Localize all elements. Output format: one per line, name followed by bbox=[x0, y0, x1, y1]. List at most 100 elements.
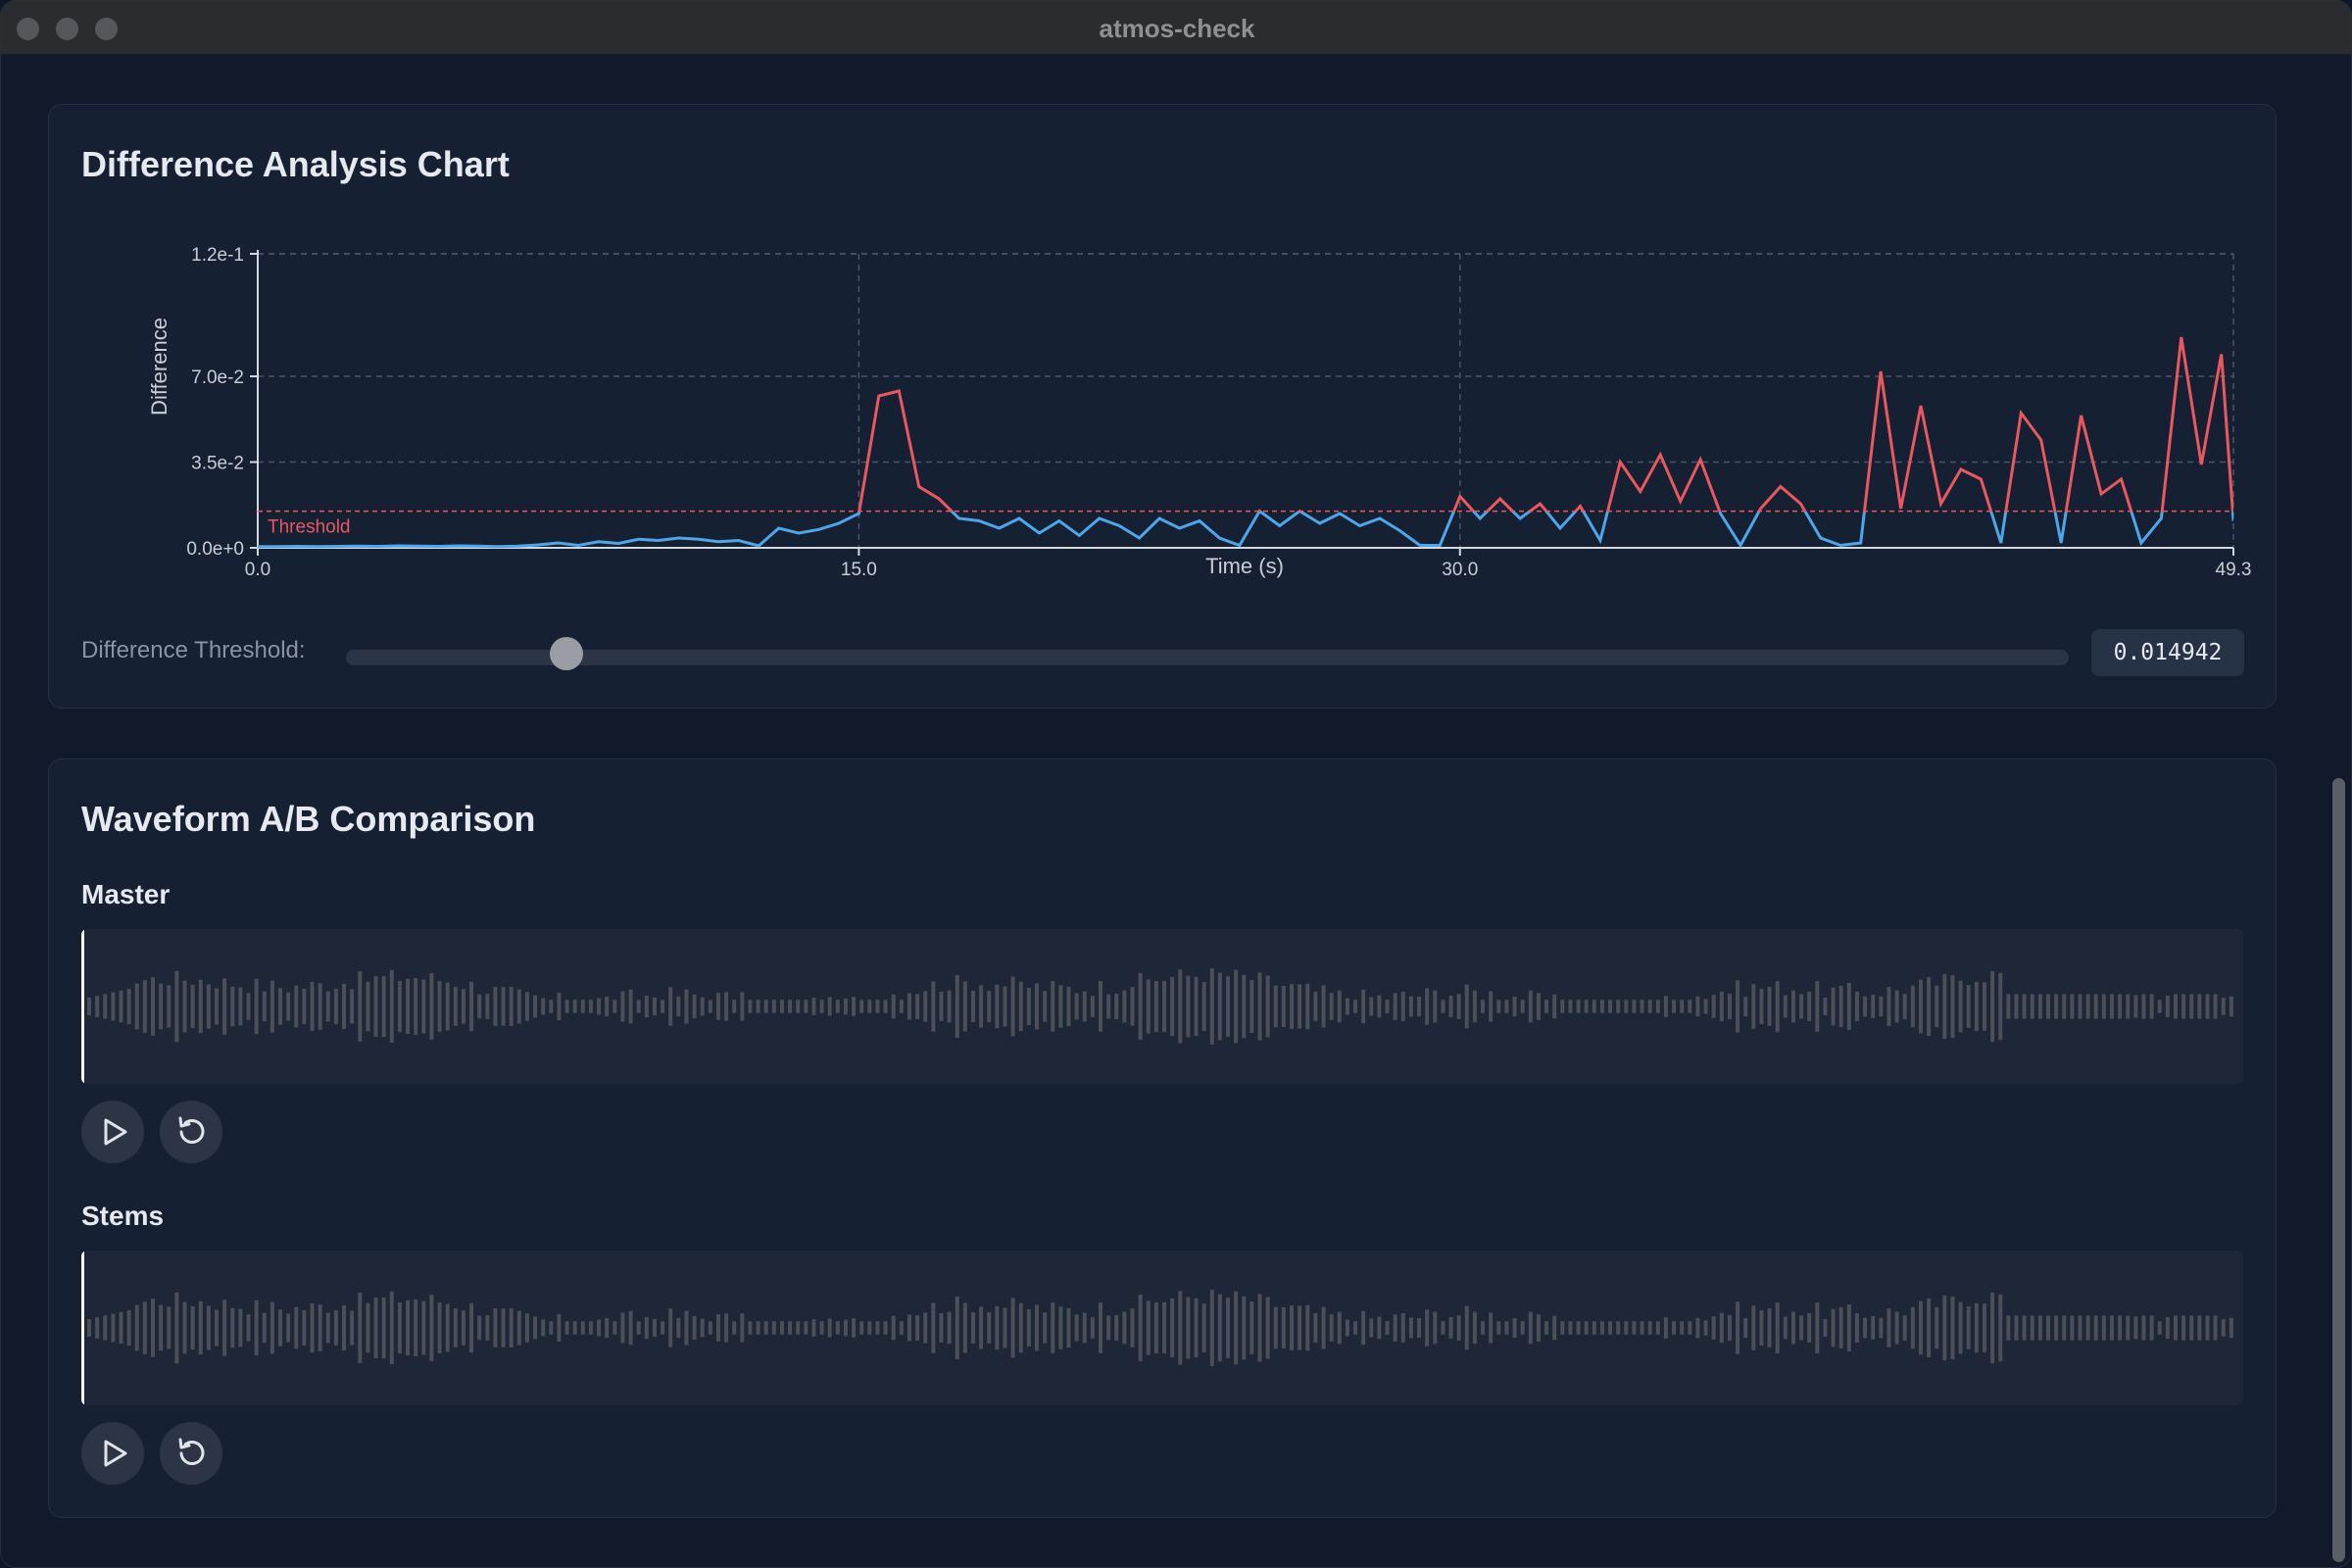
waveform-bar bbox=[198, 1300, 203, 1355]
x-tick-label: 0.0 bbox=[245, 560, 270, 580]
master-restart-button[interactable] bbox=[160, 1101, 222, 1163]
waveform-bar bbox=[414, 978, 418, 1035]
waveform-bar bbox=[246, 1314, 251, 1342]
waveform-bar bbox=[1528, 1311, 1533, 1345]
waveform-bar bbox=[333, 1310, 338, 1346]
waveform-bar bbox=[302, 1309, 307, 1347]
waveform-bar bbox=[103, 1315, 108, 1341]
waveform-bar bbox=[1026, 987, 1031, 1026]
master-track-label: Master bbox=[81, 879, 171, 909]
waveform-bar bbox=[1823, 1318, 1828, 1338]
waveform-bar bbox=[732, 1000, 737, 1013]
waveform-bar bbox=[182, 1301, 187, 1354]
waveform-bar bbox=[1417, 996, 1422, 1017]
waveform-bar bbox=[1632, 1321, 1637, 1335]
waveform-bar bbox=[580, 1000, 585, 1013]
waveform-bar bbox=[661, 1321, 665, 1335]
waveform-bar bbox=[1823, 997, 1828, 1016]
master-waveform[interactable] bbox=[81, 929, 2243, 1084]
waveform-bar bbox=[1106, 1315, 1111, 1341]
waveform-bar bbox=[1472, 1311, 1477, 1345]
waveform-bar bbox=[1345, 1319, 1349, 1337]
waveform-bar bbox=[2070, 994, 2075, 1019]
waveform-bar bbox=[1624, 1000, 1629, 1013]
waveform-bar bbox=[676, 1317, 681, 1339]
waveform-bar bbox=[620, 1312, 625, 1344]
play-icon bbox=[104, 1118, 127, 1146]
waveform-bar bbox=[2006, 1315, 2011, 1341]
waveform-bar bbox=[1496, 1000, 1501, 1013]
waveform-bar bbox=[406, 1299, 411, 1356]
stems-play-button[interactable] bbox=[81, 1422, 144, 1485]
waveform-bar bbox=[1385, 1321, 1390, 1335]
waveform-bar bbox=[1520, 1321, 1525, 1335]
waveform-bar bbox=[1512, 1317, 1517, 1339]
master-play-button[interactable] bbox=[81, 1101, 144, 1163]
scrollbar[interactable] bbox=[2328, 56, 2351, 1567]
waveform-bar bbox=[254, 1299, 259, 1356]
waveform-bar bbox=[397, 1301, 402, 1354]
waveform-bar bbox=[429, 973, 434, 1040]
waveform-bar bbox=[541, 1319, 546, 1337]
waveform-bar bbox=[2141, 1315, 2146, 1341]
waveform-bar bbox=[533, 1316, 538, 1340]
waveform-bar bbox=[1242, 1296, 1247, 1360]
waveform-bar bbox=[358, 1293, 363, 1363]
waveform-bar bbox=[1663, 1317, 1668, 1339]
waveform-bar bbox=[318, 1304, 322, 1351]
waveform-bar bbox=[1950, 1297, 1955, 1359]
waveform-bar bbox=[437, 1302, 442, 1353]
waveform-bar bbox=[325, 991, 330, 1022]
master-playhead[interactable] bbox=[81, 929, 84, 1084]
waveform-bar bbox=[1448, 1317, 1453, 1339]
waveform-bar bbox=[1385, 1000, 1390, 1013]
waveform-bar bbox=[700, 997, 705, 1016]
stems-playhead[interactable] bbox=[81, 1250, 84, 1405]
waveform-bar bbox=[947, 1311, 952, 1345]
waveform-bar bbox=[1918, 979, 1923, 1034]
waveform-bar bbox=[692, 994, 697, 1019]
waveform-bar bbox=[206, 984, 211, 1029]
waveform-bar bbox=[1298, 1305, 1302, 1350]
waveform-bar bbox=[715, 1314, 720, 1342]
difference-threshold-slider-handle[interactable] bbox=[550, 637, 584, 670]
waveform-bar bbox=[979, 1306, 984, 1349]
waveform-bar bbox=[1894, 990, 1899, 1023]
waveform-bar bbox=[461, 989, 466, 1024]
waveform-bar bbox=[1759, 1309, 1764, 1347]
waveform-bar bbox=[1010, 1298, 1015, 1358]
waveform-bar bbox=[906, 993, 911, 1020]
waveform-bar bbox=[2109, 994, 2114, 1019]
waveform-bar bbox=[1138, 972, 1143, 1041]
stems-waveform[interactable] bbox=[81, 1250, 2243, 1405]
waveform-bar bbox=[835, 1321, 840, 1335]
waveform-bar bbox=[859, 1000, 864, 1013]
waveform-bar bbox=[342, 983, 347, 1030]
waveform-bar bbox=[1051, 981, 1055, 1032]
waveform-bar bbox=[222, 1299, 227, 1356]
scrollbar-thumb[interactable] bbox=[2332, 778, 2345, 1562]
waveform-bar bbox=[580, 1321, 585, 1335]
waveform-bar bbox=[358, 971, 363, 1042]
waveform-bar bbox=[429, 1295, 434, 1361]
waveform-bar bbox=[1584, 1000, 1589, 1013]
waveform-bar bbox=[1727, 993, 1732, 1020]
waveform-bar bbox=[1863, 1317, 1868, 1339]
waveform-bar bbox=[1313, 1313, 1318, 1343]
waveform-bar bbox=[262, 1312, 267, 1344]
waveform-bar bbox=[1361, 1310, 1366, 1346]
waveform-bar bbox=[1051, 1302, 1055, 1353]
waveform-bar bbox=[182, 980, 187, 1033]
waveform-bar bbox=[1799, 1315, 1804, 1341]
waveform-bar bbox=[1106, 994, 1111, 1019]
waveform-bar bbox=[1122, 990, 1127, 1023]
difference-threshold-slider[interactable] bbox=[346, 650, 2069, 665]
waveform-bar bbox=[1290, 984, 1295, 1029]
waveform-bar bbox=[819, 1321, 824, 1335]
waveform-bar bbox=[2006, 994, 2011, 1019]
waveform-bar bbox=[1417, 1317, 1422, 1339]
stems-restart-button[interactable] bbox=[160, 1422, 222, 1485]
waveform-bar bbox=[190, 984, 195, 1029]
difference-threshold-value[interactable]: 0.014942 bbox=[2091, 629, 2244, 676]
waveform-bar bbox=[939, 991, 944, 1022]
